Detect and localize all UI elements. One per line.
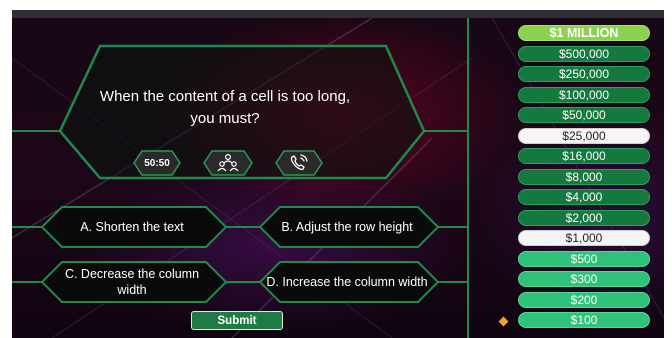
rung-label: $16,000 xyxy=(562,149,606,163)
phone-call-icon xyxy=(290,154,308,171)
ladder-rung-100000: $100,000 xyxy=(518,86,650,103)
ladder-rung-300: $300 xyxy=(518,271,650,287)
rung-label: $100,000 xyxy=(558,87,610,102)
submit-button[interactable]: Submit xyxy=(191,311,283,330)
lifeline-fifty-fifty[interactable]: 50:50 xyxy=(134,151,180,175)
answer-c[interactable]: C. Decrease the column width xyxy=(50,262,214,302)
answer-d-label: D. Increase the column width xyxy=(266,275,428,289)
ladder-rung-250000: $250,000 xyxy=(518,66,650,82)
question-text: When the content of a cell is too long, … xyxy=(90,86,360,130)
ladder-rung-100: $100 xyxy=(518,312,650,328)
answer-b-label: B. Adjust the row height xyxy=(281,220,413,234)
rung-label: $2,000 xyxy=(565,210,603,225)
ladder-rung-16000: $16,000 xyxy=(518,148,650,164)
ladder-rung-200: $200 xyxy=(518,291,650,308)
answer-d[interactable]: D. Increase the column width xyxy=(258,262,436,302)
ladder-rung-2000: $2,000 xyxy=(518,209,650,226)
question-line-2: you must? xyxy=(190,110,260,127)
rung-label: $500,000 xyxy=(558,46,610,61)
ladder-rung-25000: $25,000 xyxy=(518,127,650,144)
ladder-rung-4000: $4,000 xyxy=(518,189,650,205)
answer-a[interactable]: A. Shorten the text xyxy=(50,207,214,247)
ladder-rung-8000: $8,000 xyxy=(518,168,650,185)
rung-label: $300 xyxy=(570,272,598,286)
submit-label: Submit xyxy=(217,314,257,327)
answer-a-label: A. Shorten the text xyxy=(80,220,184,234)
rung-label: $200 xyxy=(570,292,598,307)
rung-label: $4,000 xyxy=(565,190,603,204)
rung-label: $250,000 xyxy=(558,67,610,81)
audience-people-icon xyxy=(217,153,239,172)
ladder-rung-50000: $50,000 xyxy=(518,107,650,123)
ladder-rung-1-million: $1 MILLION xyxy=(518,25,650,41)
rung-label: $1,000 xyxy=(565,231,603,245)
rung-label: $8,000 xyxy=(565,169,603,184)
rung-label: $100 xyxy=(570,313,598,327)
rung-label: $1 MILLION xyxy=(549,26,619,40)
ladder-rung-1000: $1,000 xyxy=(518,230,650,246)
answer-c-line-2: width xyxy=(117,283,147,297)
rung-label: $50,000 xyxy=(562,108,606,122)
answer-b[interactable]: B. Adjust the row height xyxy=(268,207,426,247)
answer-c-line-1: C. Decrease the column xyxy=(64,267,200,281)
rung-label: $25,000 xyxy=(562,128,606,143)
question-line-1: When the content of a cell is too long, xyxy=(99,88,351,105)
lifeline-ask-audience[interactable] xyxy=(204,151,252,175)
rung-label: $500 xyxy=(570,251,598,266)
ladder-rung-500000: $500,000 xyxy=(518,45,650,62)
lifeline-phone-friend[interactable] xyxy=(276,151,322,175)
fifty-fifty-label: 50:50 xyxy=(144,157,170,169)
ladder-rung-500: $500 xyxy=(518,250,650,267)
